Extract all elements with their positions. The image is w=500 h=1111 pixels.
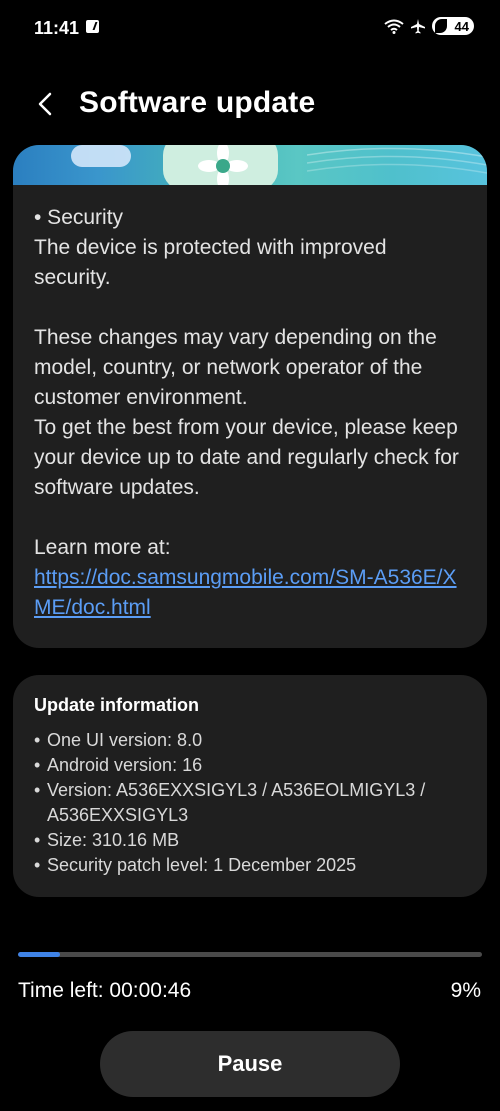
- details-text: The device is protected with improved se…: [34, 236, 387, 289]
- banner-decoration: [307, 147, 487, 174]
- banner-decoration: [71, 145, 131, 167]
- battery-level: 44: [454, 18, 469, 34]
- app-header: Software update: [0, 80, 500, 130]
- one-ui-version: One UI version: 8.0: [47, 730, 203, 750]
- status-bar: 11:41 44: [0, 0, 500, 56]
- chevron-left-icon[interactable]: [32, 90, 60, 118]
- android-version: Android version: 16: [47, 755, 203, 775]
- update-information-card: Update information • One UI version: 8.0 …: [13, 675, 487, 897]
- details-text: To get the best from your device, please…: [34, 416, 459, 499]
- status-icons: 44: [384, 17, 474, 35]
- list-item: • Version: A536EXXSIGYL3 / A536EOLMIGYL3 …: [34, 778, 474, 828]
- update-details-text: • Security The device is protected with …: [13, 185, 487, 623]
- list-item: • One UI version: 8.0: [34, 728, 474, 753]
- details-text: These changes may vary depending on the …: [34, 326, 437, 409]
- power-saving-leaf-icon: [435, 19, 447, 33]
- list-item: • Android version: 16: [34, 753, 474, 778]
- progress-percent: 9%: [450, 979, 481, 1002]
- update-information-list: • One UI version: 8.0 • Android version: 1…: [34, 728, 474, 878]
- wifi-icon: [384, 19, 404, 34]
- update-details-card: • Security The device is protected with …: [13, 145, 487, 648]
- page-title: Software update: [79, 86, 316, 119]
- list-item: • Size: 310.16 MB: [34, 828, 474, 853]
- flower-icon: [198, 145, 248, 185]
- learn-more-link[interactable]: https://doc.samsungmobile.com/SM-A536E/X…: [34, 566, 457, 619]
- battery-icon: 44: [432, 17, 474, 35]
- build-version: Version: A536EXXSIGYL3 / A536EOLMIGYL3 /…: [47, 780, 426, 825]
- learn-more-label: Learn more at:: [34, 536, 171, 559]
- download-progress-fill: [18, 952, 60, 957]
- list-item: • Security patch level: 1 December 2025: [34, 853, 474, 878]
- notification-icon: [86, 20, 99, 33]
- airplane-mode-icon: [411, 19, 425, 34]
- update-banner-image: [13, 145, 487, 185]
- download-progress-bar: [18, 952, 482, 957]
- status-time: 11:41: [34, 18, 80, 38]
- security-patch-level: Security patch level: 1 December 2025: [47, 855, 357, 875]
- pause-button[interactable]: Pause: [100, 1031, 400, 1097]
- update-size: Size: 310.16 MB: [47, 830, 180, 850]
- update-information-title: Update information: [34, 695, 199, 715]
- time-left-label: Time left: 00:00:46: [18, 979, 192, 1002]
- details-heading: • Security: [34, 206, 124, 229]
